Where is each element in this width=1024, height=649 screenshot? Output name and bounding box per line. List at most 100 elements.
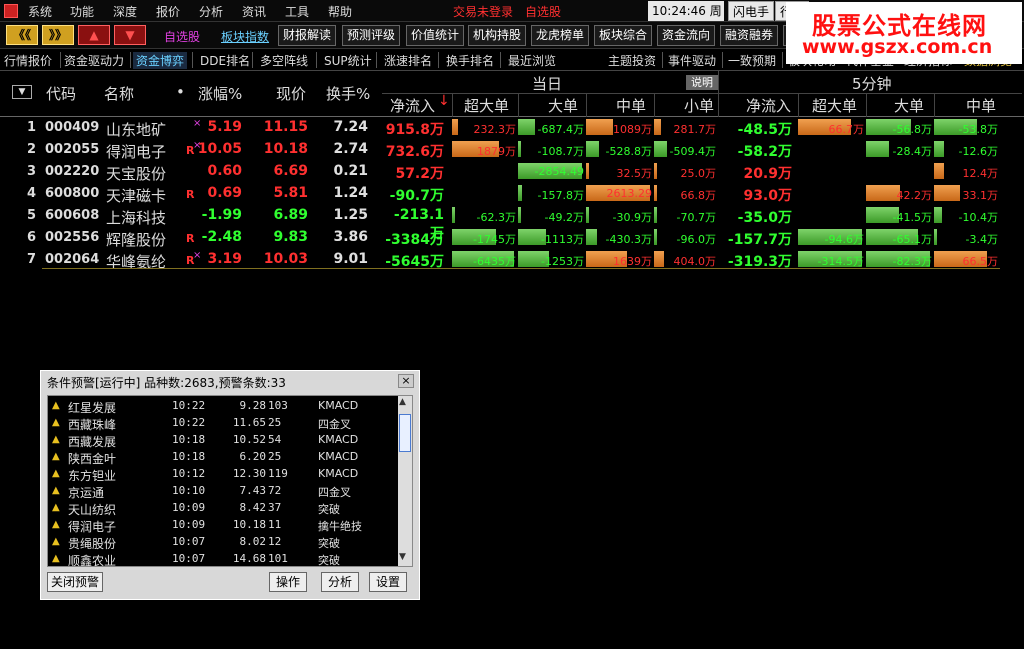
header-today-small[interactable]: 小单: [684, 95, 714, 116]
menu-help[interactable]: 帮助: [328, 3, 352, 20]
tab-consensus[interactable]: 一致预期: [728, 52, 776, 69]
alert-list-item[interactable]: ▲ 红星发展 10:22 9.28 103 KMACD: [48, 398, 398, 415]
stock-name[interactable]: 辉隆股份: [106, 229, 166, 250]
table-row[interactable]: 3 002220 天宝股份 0.60 6.69 0.21 57.2万 -2854.49 32.5…: [0, 161, 1024, 183]
sector-index-tab[interactable]: 板块指数: [221, 28, 269, 45]
header-today-net[interactable]: 净流入: [390, 95, 435, 116]
settings-button[interactable]: 设置: [369, 572, 407, 592]
stock-code[interactable]: 002064: [45, 252, 99, 267]
alert-up-icon: ▲: [52, 519, 60, 530]
toolbar-button-margin[interactable]: 融资融券: [720, 25, 779, 46]
header-turnover[interactable]: 换手%: [326, 83, 370, 104]
table-row[interactable]: 5 600608 上海科技 -1.99 6.89 1.25 -213.1万 -62.3万 -49…: [0, 205, 1024, 242]
tab-capital-drive[interactable]: 资金驱动力: [64, 52, 124, 69]
stock-name[interactable]: 上海科技: [106, 207, 166, 228]
tab-theme-invest[interactable]: 主题投资: [608, 52, 656, 69]
menu-analysis[interactable]: 分析: [199, 3, 223, 20]
tab-quote[interactable]: 行情报价: [4, 52, 52, 69]
menu-depth[interactable]: 深度: [113, 3, 137, 20]
tab-event-drive[interactable]: 事件驱动: [668, 52, 716, 69]
menu-tools[interactable]: 工具: [285, 3, 309, 20]
stock-code[interactable]: 600800: [45, 186, 99, 201]
tab-long-short[interactable]: 多空阵线: [260, 52, 308, 69]
tab-sup-stats[interactable]: SUP统计: [324, 52, 372, 69]
nav-back-button[interactable]: 《《: [6, 25, 38, 45]
alert-count: 103: [268, 399, 288, 412]
close-icon[interactable]: ×: [398, 374, 414, 388]
header-change[interactable]: 涨幅%: [198, 83, 242, 104]
table-row[interactable]: 4 600800 天津磁卡 R 0.69 5.81 1.24 -90.7万 -157.8万 261…: [0, 183, 1024, 205]
toolbar-button-rating[interactable]: 预测评级: [342, 25, 401, 46]
tab-speed-rank[interactable]: 涨速排名: [384, 52, 432, 69]
operate-button[interactable]: 操作: [269, 572, 307, 592]
header-5min-large[interactable]: 大单: [894, 95, 924, 116]
alert-list-item[interactable]: ▲ 东方钽业 10:12 12.30 119 KMACD: [48, 466, 398, 483]
toolbar-button-dragon[interactable]: 龙虎榜单: [531, 25, 590, 46]
alert-list-item[interactable]: ▲ 西藏珠峰 10:22 11.65 25 四金叉: [48, 415, 398, 432]
alert-list-item[interactable]: ▲ 顺鑫农业 10:07 14.68 101 突破: [48, 551, 398, 566]
toolbar-button-institution[interactable]: 机构持股: [468, 25, 527, 46]
alert-list-item[interactable]: ▲ 京运通 10:10 7.43 72 四金叉: [48, 483, 398, 500]
stock-name[interactable]: 天津磁卡: [106, 185, 166, 206]
scroll-thumb[interactable]: [399, 414, 411, 452]
explain-button[interactable]: 说明: [686, 75, 718, 90]
tab-capital-game[interactable]: 资金博弈: [133, 52, 188, 69]
analyze-button[interactable]: 分析: [321, 572, 359, 592]
tab-dde-rank[interactable]: DDE排名: [200, 52, 250, 69]
nav-up-button[interactable]: ▲: [78, 25, 110, 45]
select-stock-tab[interactable]: 自选股: [164, 28, 200, 45]
toolbar-button-value[interactable]: 价值统计: [406, 25, 465, 46]
login-status[interactable]: 交易未登录: [453, 3, 513, 20]
header-today-medium[interactable]: 中单: [616, 95, 646, 116]
scroll-up-icon[interactable]: ▲: [399, 397, 406, 407]
column-select-dropdown-icon[interactable]: ▼: [12, 85, 32, 99]
alert-list-item[interactable]: ▲ 得润电子 10:09 10.18 11 擒牛绝技: [48, 517, 398, 534]
nav-forward-button[interactable]: 》》: [42, 25, 74, 45]
stock-code[interactable]: 002055: [45, 142, 99, 157]
header-today-super[interactable]: 超大单: [464, 95, 509, 116]
tab-turnover-rank[interactable]: 换手排名: [446, 52, 494, 69]
stock-code[interactable]: 002220: [45, 164, 99, 179]
header-5min-net[interactable]: 净流入: [746, 95, 791, 116]
change-pct: 5.19: [207, 119, 242, 135]
close-alert-button[interactable]: 关闭预警: [47, 572, 103, 592]
header-price[interactable]: 现价: [276, 83, 306, 104]
stock-name[interactable]: 天宝股份: [106, 163, 166, 184]
table-row[interactable]: 1 000409 山东地矿 × 5.19 11.15 7.24 915.8万 232.3万 -68…: [0, 117, 1024, 139]
stock-name[interactable]: 得润电子: [106, 141, 166, 162]
menu-system[interactable]: 系统: [28, 3, 52, 20]
alert-stock-name: 陕西金叶: [68, 452, 117, 466]
stock-code[interactable]: 000409: [45, 120, 99, 135]
change-pct: 3.19: [207, 251, 242, 267]
alert-list-item[interactable]: ▲ 西藏发展 10:18 10.52 54 KMACD: [48, 432, 398, 449]
menu-info[interactable]: 资讯: [242, 3, 266, 20]
stock-code[interactable]: 002556: [45, 230, 99, 245]
header-name[interactable]: 名称: [104, 83, 134, 104]
toolbar-button-sector[interactable]: 板块综合: [594, 25, 653, 46]
nav-down-button[interactable]: ▼: [114, 25, 146, 45]
flash-trade-button[interactable]: 闪电手: [728, 1, 775, 21]
header-5min-super[interactable]: 超大单: [812, 95, 857, 116]
menu-quote[interactable]: 报价: [156, 3, 180, 20]
turnover: 1.25: [333, 207, 368, 223]
alert-time: 10:09: [172, 501, 206, 514]
stock-code[interactable]: 600608: [45, 208, 99, 223]
header-5min-medium[interactable]: 中单: [966, 95, 996, 116]
price: 6.89: [273, 207, 308, 223]
tab-recent[interactable]: 最近浏览: [508, 52, 556, 69]
alert-list-item[interactable]: ▲ 天山纺织 10:09 8.42 37 突破: [48, 500, 398, 517]
header-today-large[interactable]: 大单: [548, 95, 578, 116]
select-stock-link[interactable]: 自选股: [525, 3, 561, 20]
table-row[interactable]: 2 002055 得润电子 R × 10.05 10.18 2.74 732.6万 1879万 -1…: [0, 139, 1024, 161]
table-row[interactable]: 6 002556 辉隆股份 R -2.48 9.83 3.86 -3384万 -1745万 -11…: [0, 227, 1024, 249]
menu-function[interactable]: 功能: [70, 3, 94, 20]
alert-list-item[interactable]: ▲ 贵绳股份 10:07 8.02 12 突破: [48, 534, 398, 551]
header-code[interactable]: 代码: [46, 83, 76, 104]
alert-list-item[interactable]: ▲ 陕西金叶 10:18 6.20 25 KMACD: [48, 449, 398, 466]
alert-scrollbar[interactable]: ▲ ▼: [398, 396, 412, 566]
scroll-down-icon[interactable]: ▼: [399, 552, 406, 562]
toolbar-button-flow[interactable]: 资金流向: [657, 25, 716, 46]
alert-list: ▲ 红星发展 10:22 9.28 103 KMACD ▲ 西藏珠峰 10:22 11.65 25 四…: [47, 395, 413, 567]
toolbar-button-report[interactable]: 财报解读: [278, 25, 337, 46]
stock-name[interactable]: 山东地矿: [106, 119, 166, 140]
